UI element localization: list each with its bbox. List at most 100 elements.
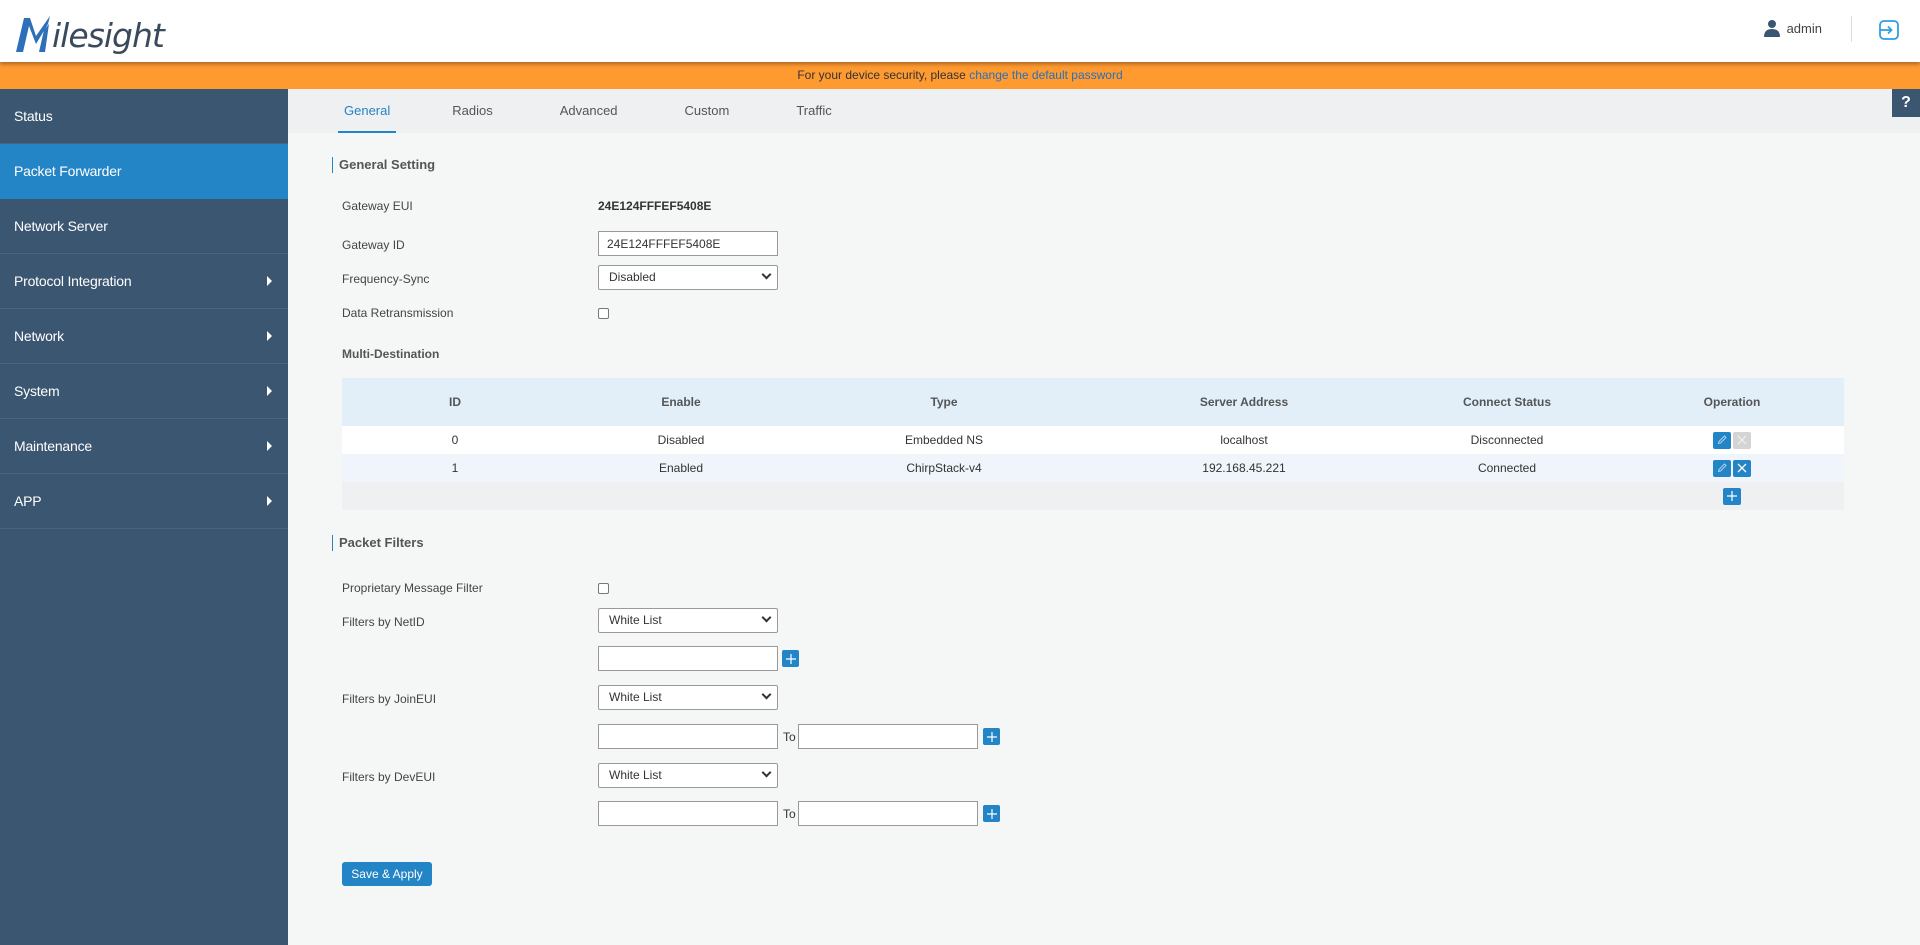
plus-icon <box>986 808 997 819</box>
col-server-address: Server Address <box>1199 395 1289 409</box>
notice-text: For your device security, please <box>797 68 970 82</box>
col-enable: Enable <box>661 395 701 409</box>
frequency-sync-value: Disabled <box>609 270 656 284</box>
plus-icon <box>986 731 997 742</box>
cell-id: 0 <box>451 433 459 447</box>
chevron-down-icon <box>761 767 772 778</box>
milesight-logo: ilesight <box>14 8 165 55</box>
pencil-icon <box>1717 463 1727 473</box>
brand-text: ilesight <box>52 16 165 55</box>
sidebar-item-label: System <box>14 383 60 399</box>
add-destination-button[interactable] <box>1723 487 1741 505</box>
tab-traffic[interactable]: Traffic <box>790 89 837 133</box>
table-row: 1 Enabled ChirpStack-v4 192.168.45.221 C… <box>342 454 1844 482</box>
header-divider <box>1851 16 1852 42</box>
sidebar-item-network[interactable]: Network <box>0 309 288 364</box>
tab-advanced[interactable]: Advanced <box>554 89 624 133</box>
top-header: ilesight admin <box>0 0 1920 62</box>
cell-enable: Enabled <box>658 461 704 475</box>
deveui-filter-value: White List <box>609 768 662 782</box>
tab-general[interactable]: General <box>338 89 397 133</box>
user-icon <box>1763 20 1780 37</box>
gateway-eui-value: 24E124FFFEF5408E <box>598 199 712 213</box>
delete-button[interactable] <box>1733 459 1751 477</box>
multi-destination-label: Multi-Destination <box>342 347 440 361</box>
frequency-sync-select[interactable]: Disabled <box>598 265 778 290</box>
cell-id: 1 <box>451 461 459 475</box>
sidebar: Status Packet Forwarder Network Server P… <box>0 89 288 945</box>
change-password-link[interactable]: change the default password <box>969 68 1122 82</box>
deveui-to-input[interactable] <box>798 801 978 826</box>
cell-server-address: 192.168.45.221 <box>1202 461 1286 475</box>
cell-type: Embedded NS <box>904 433 984 447</box>
multi-destination-table: ID Enable Type Server Address Connect St… <box>342 378 1844 510</box>
data-retransmission-checkbox[interactable] <box>598 308 609 319</box>
cell-add <box>1620 482 1844 510</box>
edit-button[interactable] <box>1713 431 1731 449</box>
col-operation: Operation <box>1703 395 1761 409</box>
sidebar-item-label: Packet Forwarder <box>14 163 122 179</box>
add-netid-button[interactable] <box>782 650 799 667</box>
plus-icon <box>1727 491 1737 501</box>
username: admin <box>1786 20 1822 36</box>
netid-filter-label: Filters by NetID <box>342 615 425 629</box>
netid-input[interactable] <box>598 646 778 671</box>
joineui-from-input[interactable] <box>598 724 778 749</box>
help-button[interactable]: ? <box>1892 89 1920 117</box>
user-menu[interactable]: admin <box>1763 19 1822 37</box>
cell-connect-status: Connected <box>1477 461 1537 475</box>
col-id: ID <box>449 395 461 409</box>
sidebar-item-system[interactable]: System <box>0 364 288 419</box>
tab-custom[interactable]: Custom <box>679 89 736 133</box>
gateway-id-input[interactable] <box>598 231 778 256</box>
cell-enable: Disabled <box>657 433 705 447</box>
security-notice: For your device security, please change … <box>0 62 1920 89</box>
cell-operation <box>1620 454 1844 482</box>
tab-bar: General Radios Advanced Custom Traffic <box>288 89 1920 133</box>
joineui-filter-label: Filters by JoinEUI <box>342 692 437 706</box>
add-joineui-button[interactable] <box>983 728 1000 745</box>
packet-filters-title: Packet Filters <box>332 535 424 551</box>
gateway-eui-label: Gateway EUI <box>342 199 413 213</box>
deveui-filter-select[interactable]: White List <box>598 763 778 788</box>
table-add-row <box>342 482 1844 510</box>
cell-type: ChirpStack-v4 <box>906 461 982 475</box>
sidebar-item-maintenance[interactable]: Maintenance <box>0 419 288 474</box>
caret-right-icon <box>267 276 272 286</box>
joineui-to-label: To <box>783 730 796 744</box>
sidebar-item-app[interactable]: APP <box>0 474 288 529</box>
close-icon <box>1737 463 1747 473</box>
deveui-to-label: To <box>783 807 796 821</box>
data-retransmission-label: Data Retransmission <box>342 306 454 320</box>
sidebar-item-protocol-integration[interactable]: Protocol Integration <box>0 254 288 309</box>
logout-icon[interactable] <box>1878 19 1900 41</box>
joineui-filter-select[interactable]: White List <box>598 685 778 710</box>
proprietary-filter-checkbox[interactable] <box>598 583 609 594</box>
edit-button[interactable] <box>1713 459 1731 477</box>
joineui-filter-value: White List <box>609 690 662 704</box>
sidebar-item-packet-forwarder[interactable]: Packet Forwarder <box>0 144 288 199</box>
cell-connect-status: Disconnected <box>1470 433 1544 447</box>
deveui-from-input[interactable] <box>598 801 778 826</box>
tab-radios[interactable]: Radios <box>446 89 498 133</box>
table-row: 0 Disabled Embedded NS localhost Disconn… <box>342 426 1844 454</box>
joineui-to-input[interactable] <box>798 724 978 749</box>
netid-filter-select[interactable]: White List <box>598 608 778 633</box>
sidebar-item-label: APP <box>14 493 42 509</box>
sidebar-item-status[interactable]: Status <box>0 89 288 144</box>
general-setting-title: General Setting <box>332 157 435 173</box>
chevron-down-icon <box>761 612 772 623</box>
gateway-id-label: Gateway ID <box>342 238 405 252</box>
caret-right-icon <box>267 386 272 396</box>
chevron-down-icon <box>761 689 772 700</box>
sidebar-item-network-server[interactable]: Network Server <box>0 199 288 254</box>
save-apply-button[interactable]: Save & Apply <box>342 862 432 886</box>
plus-icon <box>785 653 796 664</box>
col-connect-status: Connect Status <box>1462 395 1551 409</box>
add-deveui-button[interactable] <box>983 805 1000 822</box>
main-content: General Radios Advanced Custom Traffic ?… <box>288 89 1920 945</box>
col-type: Type <box>930 395 958 409</box>
sidebar-item-label: Protocol Integration <box>14 273 132 289</box>
caret-right-icon <box>267 496 272 506</box>
caret-right-icon <box>267 441 272 451</box>
